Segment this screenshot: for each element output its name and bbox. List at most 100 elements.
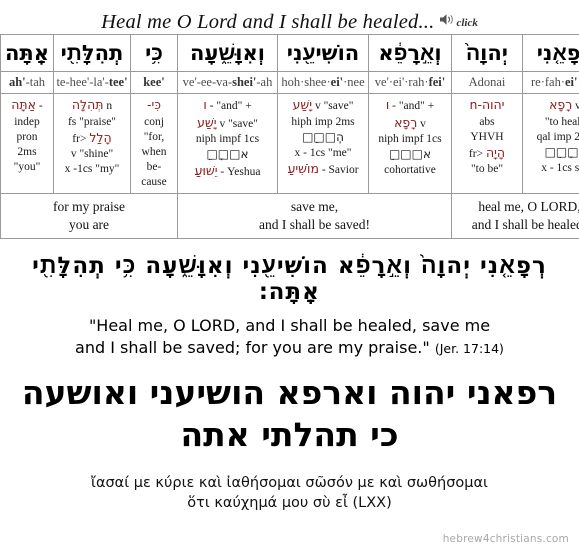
hebrew-word-cell[interactable]: כִּ֥י <box>130 33 178 73</box>
hebrew-word-cell[interactable]: הוֹשִׁיעֵ֖נִי <box>277 33 369 73</box>
parse-text: imp <box>314 115 333 128</box>
hebrew-fragment: א□□□ֵ <box>388 146 432 161</box>
parse-text: "me" <box>328 146 352 159</box>
parse-text: - <box>38 100 43 113</box>
transliteration-cell-2: ve'·ei'·rah·fei' <box>368 71 452 95</box>
parsing-line: רְ□ָ□ֵ□ <box>525 145 579 161</box>
parse-text: + <box>245 100 252 113</box>
gloss-line: you are <box>68 217 110 233</box>
parse-text: fr> <box>72 132 87 145</box>
parse-text: qal <box>536 130 551 143</box>
parsing-line: qal imp 2ms <box>525 130 579 145</box>
gloss-line: and I shall be healed! <box>471 217 579 233</box>
parsing-line: fs "praise" <box>56 115 128 130</box>
parse-text: v <box>70 147 77 160</box>
parse-text: 2ms <box>17 145 37 158</box>
hebrew-fragment: הָיָה <box>485 144 506 160</box>
gloss-line: heal me, O LORD, <box>478 199 579 215</box>
parsing-line: יהוה-n <box>454 97 520 114</box>
parse-text: be- <box>146 161 162 174</box>
hebrew-fragment: הֽ□□ֵ□ <box>302 129 344 144</box>
page-title-bar: Heal me O Lord and I shall be healed... … <box>0 0 579 34</box>
parse-text: "save" <box>323 100 354 113</box>
english-quote-line2-wrap: and I shall be saved; for you are my pra… <box>0 337 579 358</box>
site-footer[interactable]: hebrew4christians.com <box>443 533 569 545</box>
transliteration-cell-6: te-hee'-la'-tee' <box>53 71 131 95</box>
greek-line1: ἴασαί με κύριε καὶ ἰαθήσομαι σῶσόν με κα… <box>91 474 488 491</box>
parsing-line: cohortative <box>371 163 449 178</box>
transliteration-cell-7: ah'-tah <box>0 71 54 95</box>
hebrew-word-cell[interactable]: תְהִלָּתִ֖י <box>53 33 131 73</box>
hebrew-word-cell[interactable]: וְאִוָּשֵׁ֑עָה <box>177 33 278 73</box>
parse-text: "shine" <box>79 147 114 160</box>
parsing-cell-7: אַתָּה - indep pron 2ms "you" <box>0 93 54 195</box>
transliteration-cell-3: hoh·shee·ei'·nee <box>277 71 369 95</box>
hebrew-word-cell[interactable]: יְהוָה֙ <box>451 33 523 73</box>
transliteration-row: re·fah·ei'·nee Adonai ve'·ei'·rah·fei' h… <box>0 71 579 95</box>
modern-hebrew-line1: רפאני יהוה וארפא הושיעני ואושעה <box>21 373 558 413</box>
parsing-row: רָפָא v"to heal"qal imp 2msרְ□ָ□ֵ□x - 1c… <box>0 93 579 195</box>
parsing-line: 2ms <box>3 145 51 160</box>
parsing-line: x - 1cs "me" <box>280 146 366 161</box>
parsing-cell-5: כִּי-conj "for, when be-cause <box>130 93 178 195</box>
parsing-line: רָפָא v <box>371 115 449 132</box>
parsing-line: ו - "and" + <box>371 97 449 114</box>
parsing-line: יָשַׁע v "save" <box>280 97 366 114</box>
gloss-cell-0: heal me, O LORD, and I shall be healed! <box>451 193 579 240</box>
parse-text: + <box>427 100 435 113</box>
hebrew-fragment: כִּי- <box>147 97 161 113</box>
parse-text: cohortative <box>384 164 436 177</box>
parse-text: conj <box>144 115 164 128</box>
parse-text: "and" <box>398 100 425 113</box>
parsing-line: יֵשׁוּעַ - Yeshua <box>180 163 275 180</box>
parse-text: impf <box>219 132 241 145</box>
parsing-line: pron <box>3 130 51 145</box>
hebrew-fragment: מוֹשִׁיעַ <box>287 161 319 177</box>
greek-lxx-block: ἴασαί με κύριε καὶ ἰαθήσομαι σῶσόν με κα… <box>0 473 579 514</box>
parsing-cell-4: ו - "and" + יָשַׁע v "save" niph impf 1cs א… <box>177 93 278 195</box>
parsing-line: אַתָּה - <box>3 97 51 114</box>
parse-text: pron <box>16 130 38 143</box>
parse-text: v <box>314 100 321 113</box>
gloss-line: for my praise <box>53 199 125 215</box>
parse-text: "to <box>544 115 559 128</box>
parse-text: 1cs <box>556 162 572 175</box>
parsing-line: when <box>133 145 175 160</box>
parsing-line: א□□□ֵ <box>371 147 449 163</box>
parse-text: -1cs <box>73 163 93 176</box>
hebrew-fragment: אַתָּה <box>11 97 37 113</box>
parse-text: imp <box>553 130 572 143</box>
hebrew-fragment: יָשַׁע <box>292 97 313 113</box>
parsing-line: YHVH <box>454 130 520 145</box>
parsing-line: הֽ□□ֵ□ <box>280 130 366 146</box>
parsing-line: be- <box>133 160 175 175</box>
parse-text: cause <box>141 176 167 189</box>
parse-text: be" <box>487 163 504 176</box>
hebrew-word-cell[interactable]: רְפָאֵ֤נִי <box>522 33 579 73</box>
hebrew-fragment: יָשַׁע <box>197 114 217 130</box>
parsing-line: fr> הָלַל <box>56 130 128 147</box>
parse-text: 2ms <box>574 130 579 143</box>
hebrew-fragment: יהוה-n <box>469 97 505 113</box>
parse-text: when <box>141 145 167 158</box>
hebrew-fragment: תְּהִלָּה <box>71 97 104 113</box>
transliteration-cell-4: ve'-ee-va-shei'-ah <box>177 71 278 95</box>
hebrew-word-cell[interactable]: וְאֵ֣רָפֵ֔א <box>368 33 452 73</box>
hebrew-fragment: רָפָא <box>549 97 573 113</box>
hebrew-fragment: א□□ָ□ֵ <box>206 146 249 161</box>
click-label: click <box>456 17 478 30</box>
parse-text: "praise" <box>79 115 117 128</box>
hebrew-word-cell[interactable]: אָֽתָּה <box>0 33 54 73</box>
parse-text: heal" <box>561 115 579 128</box>
page-title: Heal me O Lord and I shall be healed... <box>101 11 435 33</box>
parse-text: hiph <box>291 115 312 128</box>
hebrew-fragment: רָפָא <box>394 114 418 130</box>
parse-text: 1cs <box>243 132 260 145</box>
greek-line2: ὅτι καύχημά μου σὺ εἶ (LXX) <box>187 494 392 511</box>
parsing-line: "to heal" <box>525 115 579 130</box>
speaker-icon[interactable] <box>439 13 454 31</box>
hebrew-fragment: יֵשׁוּעַ <box>194 163 218 179</box>
parsing-line: niph impf 1cs <box>371 132 449 147</box>
modern-hebrew-block: רפאני יהוה וארפא הושיעני ואושעה כי תהלתי… <box>0 372 579 456</box>
parsing-cell-1: יהוה-n abs YHVH fr> הָיָה "to be" <box>451 93 523 195</box>
